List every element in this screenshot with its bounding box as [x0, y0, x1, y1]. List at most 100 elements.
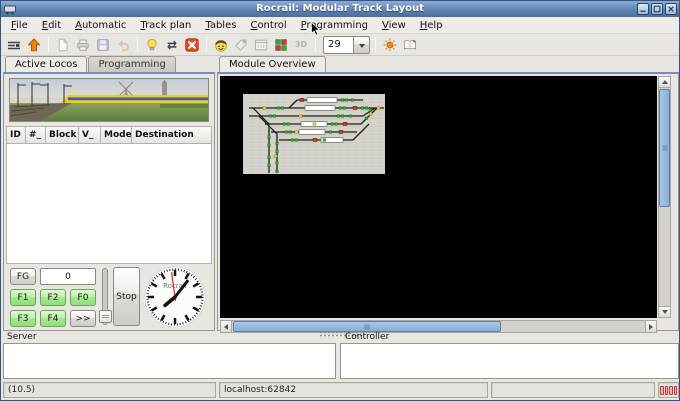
vertical-scrollbar[interactable] — [658, 76, 671, 318]
zoom-combobox[interactable]: 29 — [323, 36, 370, 54]
col-block[interactable]: Block — [46, 126, 79, 144]
emergency-stop-icon — [184, 37, 200, 53]
speed-slider[interactable] — [102, 268, 108, 325]
toolbar: ⇄ 3D 29 — [1, 34, 679, 56]
power-on-button[interactable] — [25, 36, 43, 54]
status-version: (10.5) — [3, 382, 216, 398]
new-button — [54, 36, 72, 54]
floppy-save-icon — [95, 37, 111, 53]
f1-button[interactable]: F1 — [10, 289, 36, 306]
close-button[interactable] — [665, 3, 677, 15]
menu-item-tables[interactable]: Tables — [198, 18, 243, 33]
sun-icon — [382, 37, 398, 53]
f2-button[interactable]: F2 — [40, 289, 66, 306]
stop-button[interactable]: Stop — [113, 267, 140, 326]
col-mode[interactable]: Mode — [101, 126, 132, 144]
vertical-scroll-thumb[interactable] — [659, 89, 670, 207]
left-arrow-icon — [221, 324, 228, 330]
horizontal-scrollbar[interactable] — [220, 320, 657, 333]
status-indicator — [669, 386, 673, 395]
scroll-down-button[interactable] — [659, 306, 670, 317]
modules-grid-icon — [273, 37, 289, 53]
titlebar[interactable]: Rocrail: Modular Track Layout — [1, 1, 679, 17]
col-id[interactable]: ID — [6, 126, 26, 144]
throttle-controls: FG 0 F1 F2 F0 F3 F4 >> Stop — [4, 264, 214, 330]
status-indicator — [674, 386, 678, 395]
f3-button[interactable]: F3 — [10, 310, 36, 327]
more-functions-button[interactable]: >> — [70, 310, 96, 327]
toolbar-separator — [375, 37, 376, 52]
tag-button — [232, 36, 250, 54]
module-canvas[interactable] — [220, 76, 657, 318]
status-indicator — [665, 386, 669, 395]
toolbar-separator — [206, 37, 207, 52]
print-button — [74, 36, 92, 54]
down-arrow-icon — [662, 310, 668, 317]
loco-table-body[interactable] — [6, 144, 212, 264]
daylight-button[interactable] — [381, 36, 399, 54]
fiddle-yard-button — [252, 36, 270, 54]
menu-item-file[interactable]: File — [4, 18, 35, 33]
function-group-value[interactable]: 0 — [40, 268, 96, 285]
server-label: Server — [7, 332, 37, 342]
tab-programming[interactable]: Programming — [88, 56, 175, 72]
power-lamp-button[interactable] — [143, 36, 161, 54]
tab-module-overview[interactable]: Module Overview — [219, 56, 326, 72]
zoom-value[interactable]: 29 — [323, 36, 353, 54]
track-plan[interactable] — [243, 94, 385, 174]
emergency-break-button[interactable] — [183, 36, 201, 54]
toolbar-separator — [137, 37, 138, 52]
fg-button[interactable]: FG — [10, 268, 36, 285]
menubar: File Edit Automatic Track plan Tables Co… — [1, 17, 679, 34]
book-icon — [402, 37, 418, 53]
save-button — [94, 36, 112, 54]
train-photo-image — [10, 79, 208, 121]
open-workspace-button[interactable] — [5, 36, 23, 54]
module-view-button[interactable] — [272, 36, 290, 54]
f4-button[interactable]: F4 — [40, 310, 66, 327]
menu-item-view[interactable]: View — [375, 18, 413, 33]
open-book-button[interactable] — [401, 36, 419, 54]
operator-smiley-icon — [213, 37, 229, 53]
menu-item-control[interactable]: Control — [243, 18, 293, 33]
loc-operator-button[interactable] — [212, 36, 230, 54]
lightbulb-icon — [144, 37, 160, 53]
toolbar-separator — [315, 37, 316, 52]
col-destination[interactable]: Destination — [132, 126, 212, 144]
loco-panel: Active Locos Programming — [3, 56, 215, 331]
printer-icon — [75, 37, 91, 53]
turntable-button: 3D — [292, 36, 310, 54]
maximize-button[interactable] — [651, 3, 663, 15]
right-arrow-icon — [649, 324, 656, 330]
menu-item-track-plan[interactable]: Track plan — [133, 18, 198, 33]
controller-label: Controller — [345, 332, 389, 342]
scroll-up-button[interactable] — [659, 77, 670, 88]
scroll-right-button[interactable] — [645, 321, 656, 332]
controller-log[interactable] — [340, 343, 679, 379]
menu-item-edit[interactable]: Edit — [35, 18, 68, 33]
workspace-icon — [6, 37, 22, 53]
f0-button[interactable]: F0 — [70, 289, 96, 306]
up-arrow-icon — [662, 77, 668, 84]
toolbar-separator — [48, 37, 49, 52]
tab-active-locos[interactable]: Active Locos — [5, 56, 87, 72]
speed-slider-handle[interactable] — [99, 310, 112, 323]
undo-arrow-icon — [115, 37, 131, 53]
minimize-button[interactable] — [637, 3, 649, 15]
status-indicator — [660, 386, 664, 395]
routes-icon: ⇄ — [167, 39, 177, 51]
scroll-left-button[interactable] — [221, 321, 232, 332]
tag-icon — [233, 37, 249, 53]
undo-button — [114, 36, 132, 54]
zoom-dropdown-button[interactable] — [353, 36, 370, 54]
col-speed[interactable]: V_ — [79, 126, 101, 144]
status-message — [491, 382, 655, 398]
menu-item-help[interactable]: Help — [413, 18, 450, 33]
menu-item-automatic[interactable]: Automatic — [68, 18, 133, 33]
col-address[interactable]: #_ — [26, 126, 46, 144]
server-log[interactable] — [3, 343, 336, 379]
horizontal-scroll-thumb[interactable] — [233, 321, 501, 332]
fiddle-yard-icon — [253, 37, 269, 53]
auto-routes-button[interactable]: ⇄ — [163, 36, 181, 54]
menu-item-programming[interactable]: Programming — [294, 18, 375, 33]
